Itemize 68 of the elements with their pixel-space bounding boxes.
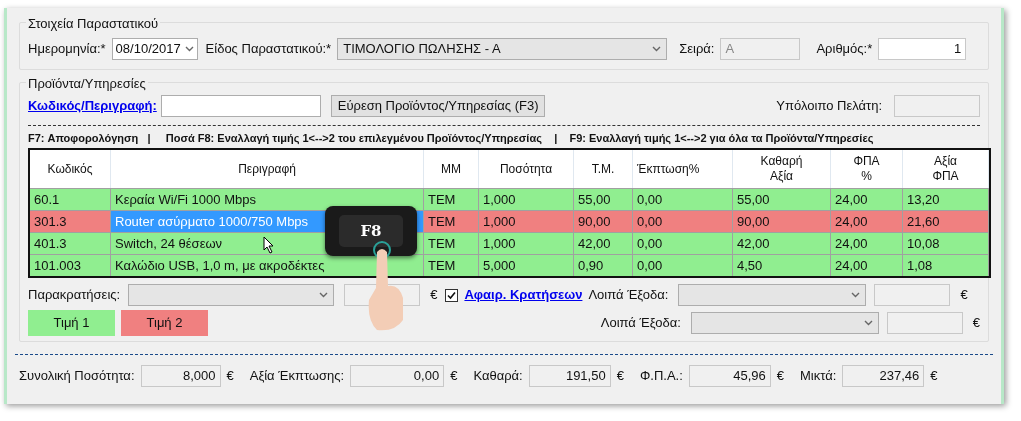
field-label: Είδος Παραστατικού:*	[205, 40, 332, 59]
search-field[interactable]	[160, 95, 321, 117]
deduct-link[interactable]: Αφαιρ. Κρατήσεων	[464, 285, 583, 305]
deduct-checkbox[interactable]	[445, 288, 459, 302]
document-type-dropdown[interactable]: ΤΙΜΟΛΟΓΙΟ ΠΩΛΗΣΗΣ - Α	[337, 38, 668, 60]
column-header[interactable]: Τ.Μ.	[574, 161, 632, 177]
total-label: Καθαρά:	[473, 367, 523, 386]
table-cell: 24,00	[831, 255, 903, 276]
column-header[interactable]: Έκπτωση%	[633, 161, 700, 177]
dropdown-caret-icon	[184, 46, 194, 52]
total-label: Φ.Π.Α.:	[639, 367, 683, 386]
field-label: Λοιπά Έξοδα:	[600, 314, 681, 333]
other-expenses-dropdown[interactable]	[678, 284, 867, 306]
shortcut-hint: F7: Αποφορολόγηση | Ποσά F8: Εναλλαγή τιμής 1<-->2 του επιλεγμένου Προϊόντος/Υπηρεσίας | F9: Εναλλαγή τιμής 1<-->2 για όλα τα Προϊόντα/Υπηρεσίες	[28, 131, 875, 146]
total-label: Αξία Έκπτωσης:	[249, 367, 345, 386]
total-field[interactable]: 45,96	[688, 365, 771, 387]
price-legend: Τιμή 2	[121, 310, 208, 336]
field-label: Υπόλοιπο Πελάτη:	[776, 97, 882, 116]
currency-symbol: €	[450, 367, 458, 386]
column-header[interactable]: ΦΠΑ %	[831, 154, 902, 184]
table-cell: 0,00	[633, 255, 733, 276]
total-field[interactable]: 8,000	[140, 365, 221, 387]
field-label: Παρακρατήσεις:	[28, 286, 121, 305]
currency-symbol: €	[226, 367, 234, 386]
other-expenses-dropdown[interactable]	[690, 312, 879, 334]
currency-symbol: €	[430, 286, 438, 305]
currency-symbol: €	[930, 367, 938, 386]
field-label: Σειρά:	[679, 40, 715, 59]
column-header[interactable]: Καθαρή Αξία	[733, 154, 830, 184]
total-label: Μικτά:	[800, 367, 837, 386]
currency-symbol: €	[960, 286, 968, 305]
table-cell: 1,08	[903, 255, 989, 276]
currency-symbol: €	[776, 367, 785, 386]
total-label: Συνολική Ποσότητα:	[19, 367, 135, 386]
total-field[interactable]: 237,46	[842, 365, 925, 387]
withholdings-dropdown[interactable]	[128, 284, 335, 306]
table-cell: 4,50	[733, 255, 831, 276]
table-cell: 101.003	[30, 255, 111, 276]
column-header[interactable]: Αξία ΦΠΑ	[903, 154, 988, 184]
search-button[interactable]: Εύρεση Προϊόντος/Υπηρεσίας (F3)	[330, 95, 546, 117]
dropdown-caret-icon	[851, 292, 861, 298]
column-header[interactable]: ΜΜ	[424, 161, 478, 177]
date-picker[interactable]: 08/10/2017	[111, 38, 198, 60]
mouse-cursor-icon	[263, 236, 275, 254]
dropdown-caret-icon	[863, 320, 873, 326]
field-label: Αριθμός:*	[816, 40, 873, 59]
column-header[interactable]: Περιγραφή	[111, 161, 423, 177]
currency-symbol: €	[616, 367, 624, 386]
column-header[interactable]: Κωδικός	[30, 161, 110, 177]
dropdown-caret-icon	[319, 292, 329, 298]
balance-field[interactable]	[894, 95, 980, 117]
other-expenses-amount-field[interactable]	[874, 284, 951, 306]
field-label: Λοιπά Έξοδα:	[588, 286, 669, 305]
table-cell: 0,90	[574, 255, 633, 276]
currency-symbol: €	[972, 314, 980, 333]
table-cell: 5,000	[479, 255, 574, 276]
field-label: Ημερομηνία:*	[28, 40, 106, 59]
dropdown-caret-icon	[652, 46, 662, 52]
total-field[interactable]: 191,50	[528, 365, 611, 387]
table-cell: TEM	[424, 255, 479, 276]
total-field[interactable]: 0,00	[350, 365, 445, 387]
code-link[interactable]: Κωδικός/Περιγραφή:	[28, 96, 157, 116]
table-row[interactable]: 101.003 Καλώδιο USB, 1,0 m, με ακροδέκτες TEM 5,000 0,90 0,00 4,50 24,00 1,08	[30, 254, 989, 276]
table-row[interactable]: 60.1 Κεραία Wi/Fi 1000 Mbps TEM 1,000 55,00 0,00 55,00 24,00 13,20	[30, 188, 989, 210]
other-expenses-amount-field[interactable]	[886, 312, 963, 334]
number-field[interactable]: 1	[878, 38, 967, 60]
column-header[interactable]: Ποσότητα	[479, 161, 573, 177]
price-legend: Τιμή 1	[28, 310, 115, 336]
